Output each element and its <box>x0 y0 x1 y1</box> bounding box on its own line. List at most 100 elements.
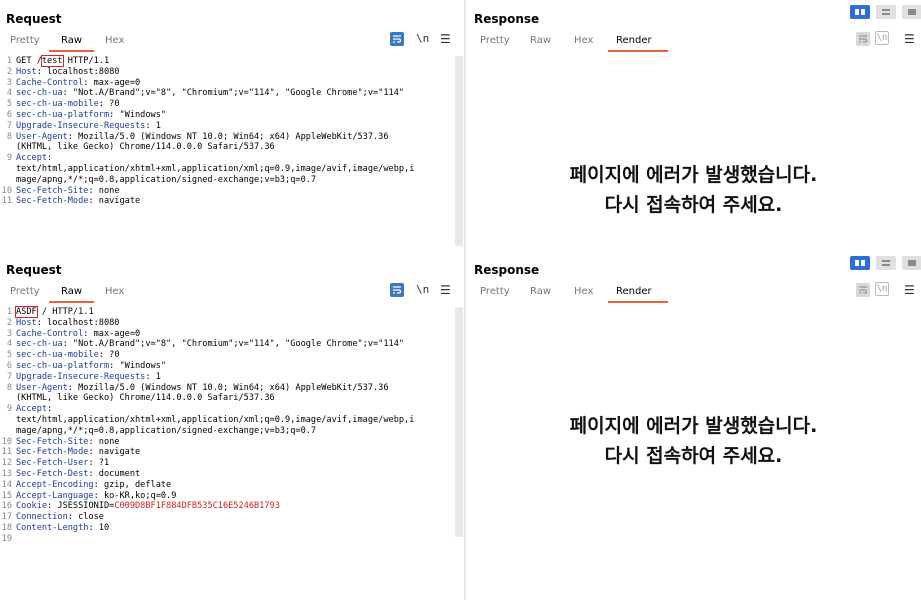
header-name: sec-ch-ua-platform <box>16 360 110 371</box>
scrollbar[interactable] <box>455 307 463 537</box>
header-value: : none <box>88 185 120 196</box>
line-text: Sec-Fetch-User: ?1 <box>16 458 109 469</box>
line-number: 7 <box>6 120 12 131</box>
header-name: Accept-Encoding <box>16 479 94 490</box>
code-line: 11 Sec-Fetch-Mode: navigate <box>0 447 455 458</box>
line-number: 6 <box>6 360 12 371</box>
tab-raw[interactable]: Raw <box>528 286 553 297</box>
response-panel-bottom: Response Pretty Raw Hex Render \n ☰ 페이지에 <box>466 251 921 600</box>
header-name: Sec-Fetch-Site <box>16 436 89 447</box>
line-text: Content-Length: 10 <box>16 523 109 534</box>
word-wrap-icon[interactable] <box>856 32 870 46</box>
word-wrap-icon[interactable] <box>390 283 404 297</box>
header-name: sec-ch-ua-platform <box>16 109 110 120</box>
split-vertical-icon[interactable] <box>850 256 870 270</box>
header-name: sec-ch-ua-mobile <box>16 99 99 110</box>
response-panel-top: Response Pretty Raw Hex Render \n ☰ 페이지에 <box>466 0 921 251</box>
hamburger-icon[interactable]: ☰ <box>904 283 915 297</box>
code-line: 10 Sec-Fetch-Site: none <box>0 186 455 197</box>
header-value: : <box>47 153 53 164</box>
header-name: Accept <box>16 153 48 164</box>
single-pane-icon[interactable] <box>902 256 921 270</box>
split-horizontal-icon[interactable] <box>876 5 896 19</box>
line-text: Upgrade-Insecure-Requests: 1 <box>16 121 161 132</box>
render-line: 다시 접속하여 주세요. <box>604 445 783 467</box>
tab-raw[interactable]: Raw <box>528 35 553 46</box>
header-name: Connection <box>16 512 68 523</box>
header-name: Accept <box>16 404 48 415</box>
word-wrap-icon[interactable] <box>390 32 404 46</box>
tab-pretty[interactable]: Pretty <box>8 35 42 46</box>
single-pane-icon[interactable] <box>902 5 921 19</box>
line-text: Accept-Encoding: gzip, deflate <box>16 480 171 491</box>
line-number: 17 <box>1 512 12 523</box>
header-name: Upgrade-Insecure-Requests <box>16 120 146 131</box>
tab-raw[interactable]: Raw <box>48 286 95 303</box>
code-line: 4 sec-ch-ua: "Not.A/Brand";v="8", "Chromi… <box>0 88 455 99</box>
line-number: 11 <box>1 196 12 207</box>
code-line: 18 Content-Length: 10 <box>0 523 455 534</box>
newline-icon[interactable]: \n <box>875 282 889 296</box>
line-text: Accept-Language: ko-KR,ko;q=0.9 <box>16 491 176 502</box>
code-line: 1 ASDF / HTTP/1.1 <box>0 306 455 318</box>
header-name: User-Agent <box>16 382 68 393</box>
line-text: (KHTML, like Gecko) Chrome/114.0.0.0 Saf… <box>16 393 275 404</box>
split-vertical-icon[interactable] <box>850 5 870 19</box>
line-text: sec-ch-ua-mobile: ?0 <box>16 99 120 110</box>
line-number: 4 <box>6 88 12 99</box>
tab-hex[interactable]: Hex <box>103 35 126 46</box>
code-line: 10 Sec-Fetch-Site: none <box>0 437 455 448</box>
word-wrap-icon[interactable] <box>856 283 870 297</box>
header-value: : ?0 <box>98 350 120 361</box>
code-line: 14 Accept-Encoding: gzip, deflate <box>0 480 455 491</box>
tab-pretty[interactable]: Pretty <box>478 35 512 46</box>
tab-pretty[interactable]: Pretty <box>8 286 42 297</box>
code-line: 5 sec-ch-ua-mobile: ?0 <box>0 350 455 361</box>
code-line: 6 sec-ch-ua-platform: "Windows" <box>0 110 455 121</box>
code-line: 13 Sec-Fetch-Dest: document <box>0 469 455 480</box>
scrollbar[interactable] <box>455 56 463 246</box>
header-name: Sec-Fetch-Mode <box>16 196 89 207</box>
line-text: User-Agent: Mozilla/5.0 (Windows NT 10.0… <box>16 383 389 394</box>
line-number: 6 <box>6 109 12 120</box>
tab-hex[interactable]: Hex <box>572 286 595 297</box>
tab-render[interactable]: Render <box>608 286 668 303</box>
request-title: Request <box>6 12 62 26</box>
line-text: GET /test HTTP/1.1 <box>16 55 109 67</box>
header-value: : ?1 <box>88 458 110 469</box>
request-title: Request <box>6 263 62 277</box>
hamburger-icon[interactable]: ☰ <box>440 283 451 297</box>
tab-raw[interactable]: Raw <box>48 35 95 52</box>
tab-hex[interactable]: Hex <box>572 35 595 46</box>
tab-hex[interactable]: Hex <box>103 286 126 297</box>
header-value: : <box>47 404 53 415</box>
newline-icon[interactable]: \n <box>875 31 889 45</box>
request-editor-bottom[interactable]: 1 ASDF / HTTP/1.1 2 Host: localhost:8080 3 Ca… <box>0 306 455 600</box>
hamburger-icon[interactable]: ☰ <box>904 32 915 46</box>
line-number: 5 <box>6 350 12 361</box>
newline-icon[interactable]: \n <box>416 32 429 46</box>
newline-icon[interactable]: \n <box>416 283 429 297</box>
hamburger-icon[interactable]: ☰ <box>440 32 451 46</box>
line-number: 9 <box>6 404 12 415</box>
code-line: (KHTML, like Gecko) Chrome/114.0.0.0 Saf… <box>0 393 455 404</box>
tab-render[interactable]: Render <box>608 35 668 52</box>
line-text: mage/apng,*/*;q=0.8,application/signed-e… <box>16 175 316 186</box>
header-value: : navigate <box>88 196 141 207</box>
header-value: (KHTML, like Gecko) Chrome/114.0.0.0 Saf… <box>16 142 275 153</box>
split-horizontal-icon[interactable] <box>876 256 896 270</box>
code-line: 6 sec-ch-ua-platform: "Windows" <box>0 361 455 372</box>
render-line: 다시 접속하여 주세요. <box>604 194 783 216</box>
header-value: : none <box>88 436 120 447</box>
code-line: 2 Host: localhost:8080 <box>0 67 455 78</box>
code-line: 5 sec-ch-ua-mobile: ?0 <box>0 99 455 110</box>
line-text: Sec-Fetch-Site: none <box>16 186 119 197</box>
header-value: mage/apng,*/*;q=0.8,application/signed-e… <box>16 174 317 185</box>
tab-pretty[interactable]: Pretty <box>478 286 512 297</box>
line-text: Accept: <box>16 153 52 164</box>
header-name: Sec-Fetch-User <box>16 458 89 469</box>
header-name: Accept-Language <box>16 490 94 501</box>
line-text: Upgrade-Insecure-Requests: 1 <box>16 372 161 383</box>
request-editor-top[interactable]: 1 GET /test HTTP/1.1 2 Host: localhost:8080… <box>0 55 455 251</box>
line-number: 2 <box>6 317 12 328</box>
